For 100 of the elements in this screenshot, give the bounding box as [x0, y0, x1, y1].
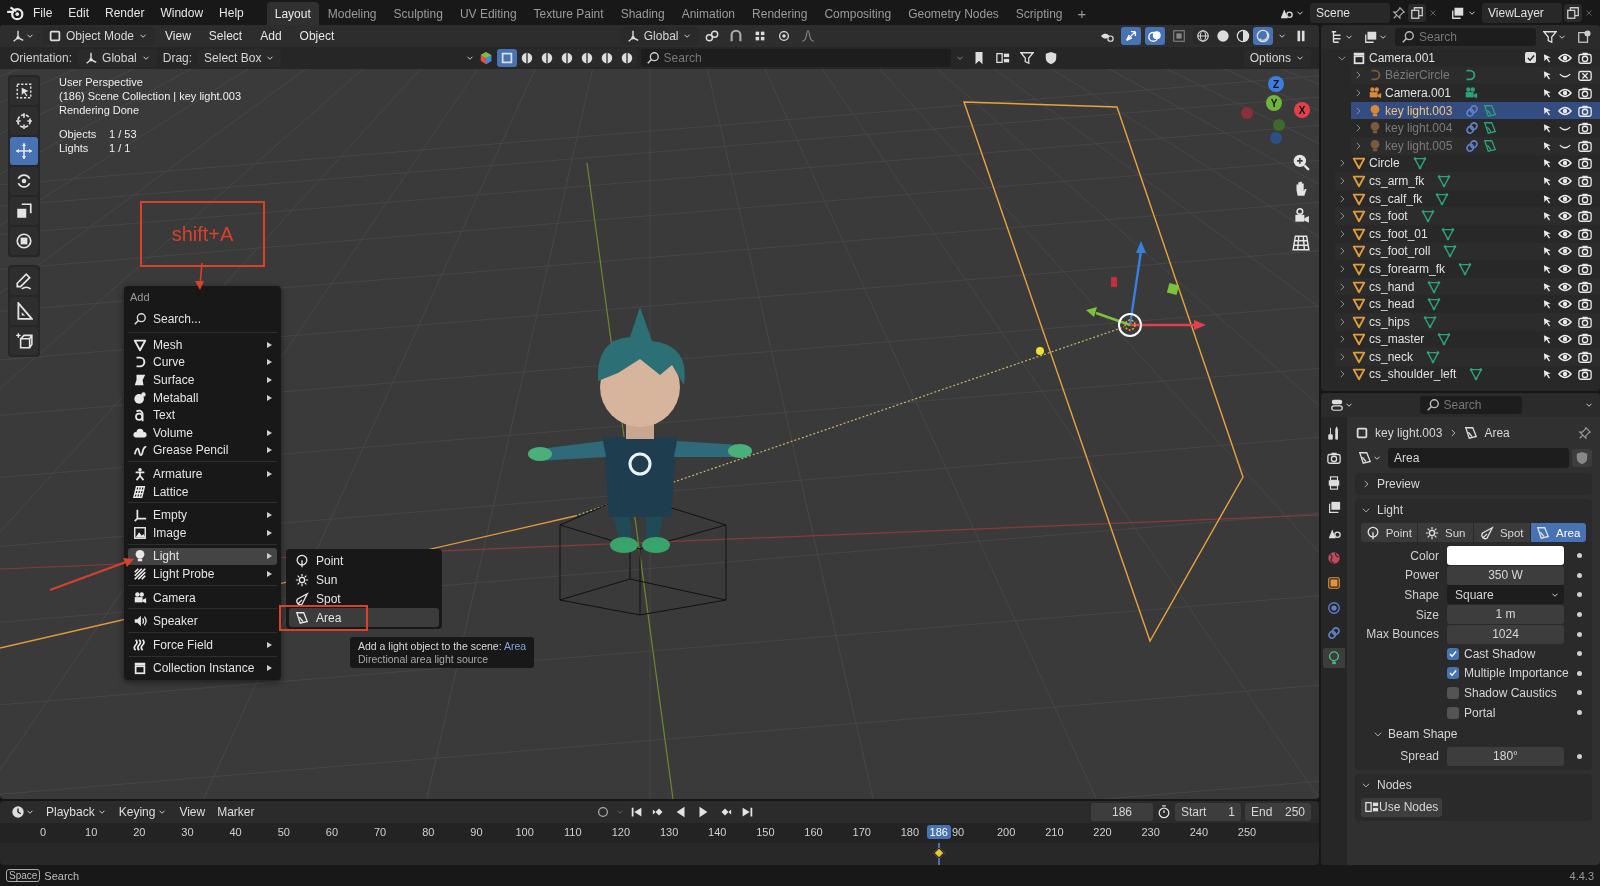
menu-item[interactable]: Spot	[289, 589, 439, 608]
workspace-tab[interactable]: Sculpting	[385, 2, 451, 25]
outliner-row[interactable]: key light.004	[1351, 119, 1600, 137]
outliner-row[interactable]: cs_forearm_fk	[1335, 260, 1600, 278]
axis-button[interactable]: Z	[1268, 76, 1284, 92]
transform-dropdown[interactable]: Global	[619, 27, 699, 45]
menu-item[interactable]: View	[175, 803, 210, 821]
playhead[interactable]: 186	[926, 825, 951, 839]
menu-item[interactable]: Marker	[213, 803, 259, 821]
number-field[interactable]: 180°	[1447, 746, 1564, 766]
outliner-row[interactable]: cs_hand	[1335, 277, 1600, 296]
outliner-row[interactable]: Circle	[1335, 154, 1600, 173]
number-field[interactable]: 1024	[1447, 624, 1564, 644]
menu-item[interactable]: Force Field	[128, 635, 277, 654]
outliner-row[interactable]: Camera.001	[1351, 84, 1600, 102]
search-field[interactable]: Search	[1395, 28, 1536, 46]
menu-item[interactable]: Image	[128, 523, 277, 542]
object-name: cs_foot_01	[1369, 226, 1428, 241]
dropdown[interactable]: Square	[1447, 585, 1564, 605]
workspace-tab[interactable]: Compositing	[816, 2, 900, 25]
menu-search-field[interactable]: Search...	[128, 308, 277, 330]
use-nodes-button[interactable]: Use Nodes	[1361, 797, 1443, 817]
workspace-tab[interactable]: Shading	[612, 2, 673, 25]
outliner-row[interactable]: Camera.001	[1335, 49, 1600, 67]
number-field[interactable]: 350 W	[1447, 565, 1564, 585]
menu-item[interactable]: Playback	[42, 803, 111, 821]
outliner-row[interactable]: cs_master	[1335, 330, 1600, 349]
start-field[interactable]: Start 1	[1175, 803, 1241, 821]
menu-item[interactable]: Help	[212, 2, 251, 23]
drag-dropdown[interactable]: Select Box	[198, 49, 282, 67]
subpanel-header[interactable]: Beam Shape	[1355, 722, 1458, 747]
menu-item[interactable]: Camera	[128, 588, 277, 607]
menu-item[interactable]: Metaball	[128, 388, 277, 407]
light-type-button[interactable]: Point	[1361, 523, 1417, 542]
outliner-row[interactable]: cs_shoulder_left	[1335, 365, 1600, 384]
outliner-row[interactable]: cs_arm_fk	[1335, 172, 1600, 190]
axis-button[interactable]: Y	[1266, 95, 1282, 111]
end-field[interactable]: End 250	[1245, 803, 1311, 821]
search-field[interactable]: Search	[640, 49, 951, 67]
workspace-tab[interactable]: UV Editing	[451, 2, 525, 25]
menu-item[interactable]: Empty	[128, 506, 277, 524]
outliner-row[interactable]: key light.003	[1351, 101, 1600, 120]
frame-number: 10	[84, 826, 99, 838]
menu-item[interactable]: Render	[98, 2, 152, 23]
search-field[interactable]: Search	[1419, 396, 1522, 414]
light-type-button[interactable]: Area	[1530, 523, 1586, 542]
outliner-row[interactable]: cs_hips	[1335, 312, 1600, 331]
menu-item[interactable]: Sun	[289, 570, 439, 589]
menu-item[interactable]: File	[26, 2, 60, 23]
outliner-row[interactable]: cs_calf_fk	[1335, 189, 1600, 208]
add-workspace-button[interactable]: +	[1071, 3, 1093, 25]
outliner-row[interactable]: cs_foot_roll	[1335, 242, 1600, 261]
menu-item[interactable]: Collection Instance	[128, 659, 277, 678]
menu-item[interactable]: Grease Pencil	[128, 441, 277, 460]
menu-item[interactable]: Text	[128, 406, 277, 424]
name-field[interactable]: ViewLayer	[1482, 2, 1562, 23]
menu-item[interactable]: Area	[289, 608, 439, 627]
menu-item[interactable]: Surface	[128, 371, 277, 389]
workspace-tab[interactable]: Scripting	[1007, 2, 1071, 25]
outliner-row[interactable]: cs_foot_01	[1335, 224, 1600, 243]
menu-item[interactable]: Speaker	[128, 612, 277, 630]
number-field[interactable]: 1 m	[1447, 605, 1564, 625]
datablock-name-field[interactable]: Area	[1388, 448, 1569, 468]
menu-item-label: Sun	[316, 572, 338, 587]
menu-item[interactable]: Armature	[128, 465, 277, 483]
frame-field[interactable]: 186	[1091, 803, 1153, 821]
mode-dropdown[interactable]: Object Mode	[42, 27, 155, 45]
frame-number: 100	[514, 826, 535, 838]
outliner-row[interactable]: cs_foot	[1335, 207, 1600, 225]
light-type-button[interactable]: Spot	[1474, 523, 1530, 542]
menu-item[interactable]: Window	[153, 2, 211, 23]
menu-item[interactable]: Keying	[114, 803, 172, 821]
workspace-tab[interactable]: Texture Paint	[525, 2, 612, 25]
menu-item[interactable]: Edit	[61, 2, 97, 23]
menu-item[interactable]: Light Probe	[128, 565, 277, 583]
orientation-dropdown[interactable]: Global	[78, 49, 157, 67]
menu-item[interactable]: Mesh	[128, 336, 277, 354]
name-field[interactable]: Scene	[1310, 2, 1390, 23]
light-type-button[interactable]: Sun	[1417, 523, 1473, 542]
menu-item[interactable]: Object	[292, 26, 342, 46]
workspace-tab[interactable]: Rendering	[744, 2, 816, 25]
menu-item[interactable]: Point	[289, 551, 439, 570]
menu-item[interactable]: Light	[128, 547, 277, 566]
outliner-row[interactable]: cs_head	[1335, 295, 1600, 313]
panel-header[interactable]: Nodes	[1355, 773, 1418, 796]
menu-item[interactable]: Curve	[128, 353, 277, 372]
outliner-row[interactable]: cs_neck	[1335, 348, 1600, 366]
options-dropdown[interactable]: Options	[1243, 49, 1311, 67]
menu-item[interactable]: View	[158, 26, 198, 46]
workspace-tab[interactable]: Geometry Nodes	[900, 2, 1007, 25]
menu-item[interactable]: Volume	[128, 423, 277, 442]
panel-header[interactable]: Preview	[1355, 473, 1426, 495]
workspace-tab[interactable]: Layout	[266, 2, 319, 25]
panel-header[interactable]: Light	[1355, 499, 1410, 521]
workspace-tab[interactable]: Modeling	[319, 2, 385, 25]
axis-button[interactable]: X	[1294, 102, 1310, 118]
menu-item[interactable]: Lattice	[128, 482, 277, 501]
menu-item[interactable]: Select	[201, 26, 250, 46]
menu-item[interactable]: Add	[253, 26, 289, 46]
workspace-tab[interactable]: Animation	[673, 2, 744, 25]
